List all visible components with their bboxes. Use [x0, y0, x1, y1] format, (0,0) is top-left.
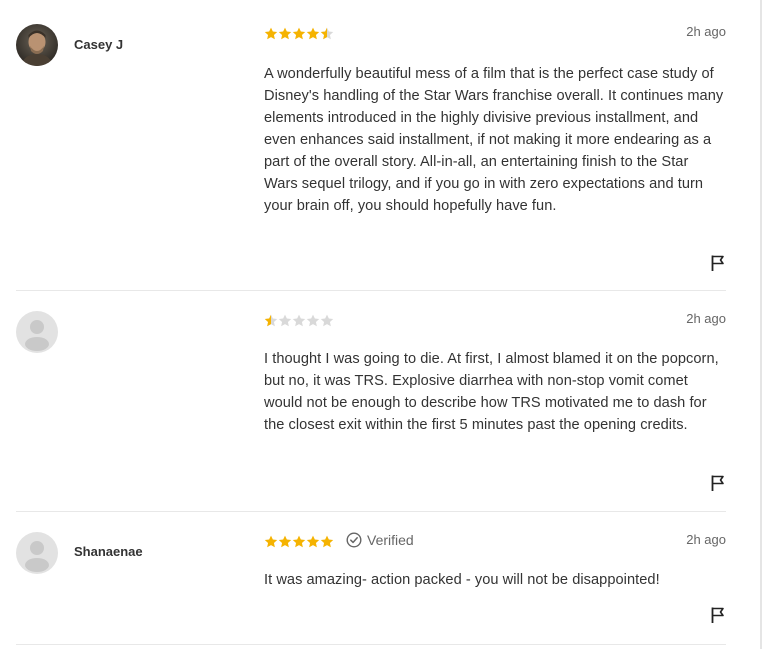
author-photo: [16, 24, 58, 66]
verified-label: Verified: [367, 532, 414, 548]
star-icon: [264, 314, 278, 327]
review-card: Casey J 2h ago A wonderfully beautiful m…: [16, 24, 726, 284]
star-icon: [278, 535, 292, 548]
review-card: Shanaenae Verified 2h ago It was amazing…: [16, 532, 726, 632]
author-name[interactable]: Shanaenae: [74, 544, 143, 559]
author-name[interactable]: Casey J: [74, 37, 123, 52]
verified-badge: Verified: [346, 532, 414, 548]
star-rating: [264, 535, 334, 549]
review-timestamp: 2h ago: [686, 24, 726, 39]
star-icon: [292, 535, 306, 548]
star-icon: [264, 27, 278, 40]
review-timestamp: 2h ago: [686, 532, 726, 547]
flag-icon: [711, 255, 724, 271]
divider: [16, 290, 726, 291]
star-icon: [320, 535, 334, 548]
avatar[interactable]: [16, 311, 58, 353]
divider: [16, 511, 726, 512]
star-icon: [264, 535, 278, 548]
stars-graphic: [264, 535, 334, 548]
reviews-page: Casey J 2h ago A wonderfully beautiful m…: [0, 0, 762, 649]
star-icon: [292, 314, 306, 327]
stars-graphic: [264, 314, 334, 327]
report-flag-button[interactable]: [710, 254, 726, 272]
star-icon: [320, 314, 334, 327]
report-flag-button[interactable]: [710, 606, 726, 624]
review-text: I thought I was going to die. At first, …: [264, 351, 719, 433]
review-timestamp: 2h ago: [686, 311, 726, 326]
star-icon: [278, 27, 292, 40]
report-flag-button[interactable]: [710, 474, 726, 492]
avatar[interactable]: [16, 24, 58, 66]
star-icon: [292, 27, 306, 40]
divider: [16, 644, 726, 645]
flag-icon: [711, 607, 724, 623]
star-icon: [278, 314, 292, 327]
check-circle-icon: [346, 532, 362, 548]
review-card: 2h ago I thought I was going to die. At …: [16, 311, 726, 496]
star-rating: [264, 27, 334, 41]
flag-icon: [711, 475, 724, 491]
user-silhouette-icon: [16, 311, 58, 353]
star-icon: [306, 535, 320, 548]
stars-graphic: [264, 27, 334, 40]
star-icon: [306, 314, 320, 327]
avatar[interactable]: [16, 532, 58, 574]
star-icon: [306, 27, 320, 40]
review-text: It was amazing- action packed - you will…: [264, 572, 660, 588]
review-text: A wonderfully beautiful mess of a film t…: [264, 66, 724, 214]
star-icon: [320, 27, 334, 40]
user-silhouette-icon: [16, 532, 58, 574]
star-rating: [264, 314, 334, 328]
